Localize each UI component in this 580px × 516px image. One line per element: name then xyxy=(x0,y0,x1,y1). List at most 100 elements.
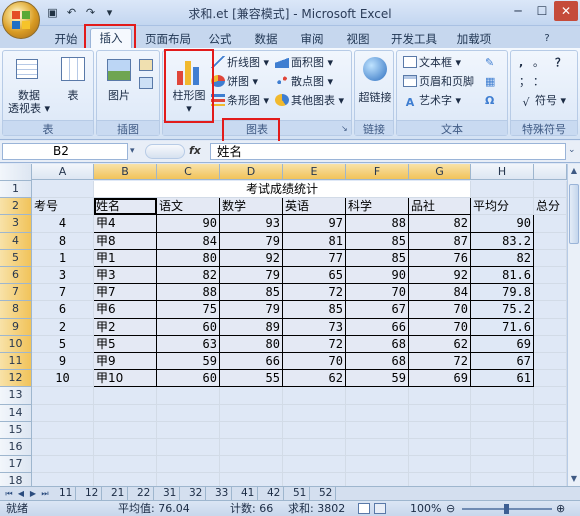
sheet-tab[interactable]: 31 xyxy=(160,487,181,500)
close-icon[interactable]: ✕ xyxy=(554,1,578,21)
data-cell[interactable]: 76 xyxy=(409,249,471,267)
tab-data[interactable]: 数据 xyxy=(248,30,284,48)
data-cell[interactable]: 79.8 xyxy=(471,284,534,302)
data-cell[interactable]: 60 xyxy=(157,370,220,388)
data-cell[interactable]: 67 xyxy=(471,353,534,371)
tab-developer[interactable]: 开发工具 xyxy=(386,30,442,48)
grid-cell[interactable] xyxy=(157,456,220,474)
sheet-tab[interactable]: 33 xyxy=(212,487,233,500)
grid-cell[interactable] xyxy=(409,404,471,422)
grid-cell[interactable] xyxy=(471,439,534,457)
formula-handle[interactable] xyxy=(145,144,185,159)
hyperlink-button[interactable]: 超链接 xyxy=(355,91,395,104)
grid-cell[interactable] xyxy=(220,421,283,439)
header-cell[interactable]: 考号 xyxy=(32,198,94,216)
symbol-comma[interactable]: , xyxy=(519,55,523,71)
data-cell[interactable]: 8 xyxy=(32,232,94,250)
save-icon[interactable]: ▣ xyxy=(44,4,61,21)
data-cell[interactable]: 68 xyxy=(346,335,409,353)
data-cell[interactable]: 83.2 xyxy=(471,232,534,250)
data-cell[interactable]: 55 xyxy=(220,370,283,388)
row-header[interactable]: 5 xyxy=(0,249,32,267)
data-cell[interactable]: 79 xyxy=(220,301,283,319)
grid-cell[interactable] xyxy=(346,387,409,405)
grid-cell[interactable] xyxy=(534,181,567,199)
grid-cell[interactable] xyxy=(471,387,534,405)
scroll-thumb[interactable] xyxy=(569,184,579,244)
formula-input[interactable]: 姓名 xyxy=(210,143,566,160)
row-header[interactable]: 8 xyxy=(0,301,32,319)
data-cell[interactable]: 甲6 xyxy=(94,301,157,319)
data-cell[interactable]: 66 xyxy=(346,318,409,336)
row-header[interactable]: 13 xyxy=(0,387,32,405)
data-cell[interactable]: 72 xyxy=(409,353,471,371)
data-cell[interactable]: 69 xyxy=(471,335,534,353)
grid-cell[interactable] xyxy=(534,249,567,267)
picture-button[interactable]: 图片 xyxy=(101,89,137,102)
data-cell[interactable]: 62 xyxy=(409,335,471,353)
header-cell[interactable]: 科学 xyxy=(346,198,409,216)
grid-cell[interactable] xyxy=(220,439,283,457)
namebox-dropdown-icon[interactable]: ▾ xyxy=(130,146,135,156)
row-header[interactable]: 12 xyxy=(0,370,32,388)
row-header[interactable]: 3 xyxy=(0,215,32,233)
data-cell[interactable]: 甲2 xyxy=(94,318,157,336)
data-cell[interactable]: 甲10 xyxy=(94,370,157,388)
header-cell[interactable]: 姓名 xyxy=(94,198,157,216)
area-chart-button[interactable]: 面积图 ▾ xyxy=(275,55,333,71)
data-cell[interactable]: 90 xyxy=(346,267,409,285)
pivot-table-button[interactable]: 数据 透视表 ▾ xyxy=(5,89,53,115)
scroll-up-icon[interactable]: ▲ xyxy=(569,166,579,176)
data-cell[interactable]: 88 xyxy=(157,284,220,302)
vertical-scrollbar[interactable]: ▲ ▼ xyxy=(567,164,580,486)
data-cell[interactable]: 63 xyxy=(157,335,220,353)
data-cell[interactable]: 92 xyxy=(409,267,471,285)
grid-cell[interactable] xyxy=(32,456,94,474)
grid-cell[interactable] xyxy=(471,456,534,474)
grid-cell[interactable] xyxy=(409,456,471,474)
grid-cell[interactable] xyxy=(32,181,94,199)
customize-icon[interactable]: ▾ xyxy=(101,4,118,21)
symbol-question[interactable]: ？ xyxy=(555,55,566,71)
bar-chart-button[interactable]: 条形图 ▾ xyxy=(211,93,269,109)
data-cell[interactable]: 甲7 xyxy=(94,284,157,302)
column-header[interactable]: G xyxy=(409,164,471,180)
undo-icon[interactable]: ↶ xyxy=(63,4,80,21)
row-header[interactable]: 9 xyxy=(0,318,32,336)
next-sheet-icon[interactable]: ▶ xyxy=(28,488,38,500)
data-cell[interactable]: 81 xyxy=(283,232,346,250)
grid-cell[interactable] xyxy=(32,439,94,457)
data-cell[interactable]: 59 xyxy=(346,370,409,388)
data-cell[interactable]: 72 xyxy=(283,335,346,353)
data-cell[interactable]: 93 xyxy=(220,215,283,233)
pie-chart-button[interactable]: 饼图 ▾ xyxy=(211,74,258,90)
grid-cell[interactable] xyxy=(534,353,567,371)
data-cell[interactable]: 85 xyxy=(283,301,346,319)
header-footer-button[interactable]: 页眉和页脚 xyxy=(403,74,474,90)
tab-view[interactable]: 视图 xyxy=(340,30,376,48)
minimize-icon[interactable]: ─ xyxy=(506,1,530,21)
insert-function-button[interactable]: fx xyxy=(189,144,207,159)
grid-cell[interactable] xyxy=(471,404,534,422)
data-cell[interactable]: 70 xyxy=(283,353,346,371)
symbol-semicolon[interactable]: ； xyxy=(519,74,530,90)
data-cell[interactable]: 79 xyxy=(220,232,283,250)
header-cell[interactable]: 语文 xyxy=(157,198,220,216)
grid-cell[interactable] xyxy=(534,335,567,353)
data-cell[interactable]: 87 xyxy=(409,232,471,250)
data-cell[interactable]: 92 xyxy=(220,249,283,267)
grid-cell[interactable] xyxy=(157,421,220,439)
sheet-tab[interactable]: 42 xyxy=(264,487,285,500)
grid-cell[interactable] xyxy=(283,387,346,405)
last-sheet-icon[interactable]: ⏭ xyxy=(40,488,50,500)
scatter-chart-button[interactable]: 散点图 ▾ xyxy=(275,74,333,90)
data-cell[interactable]: 82 xyxy=(157,267,220,285)
column-header[interactable]: C xyxy=(157,164,220,180)
line-chart-button[interactable]: 折线图 ▾ xyxy=(211,55,269,71)
data-cell[interactable]: 88 xyxy=(346,215,409,233)
tab-page-layout[interactable]: 页面布局 xyxy=(140,30,196,48)
data-cell[interactable]: 85 xyxy=(346,232,409,250)
data-cell[interactable]: 72 xyxy=(283,284,346,302)
tab-review[interactable]: 审阅 xyxy=(294,30,330,48)
data-cell[interactable]: 70 xyxy=(409,318,471,336)
